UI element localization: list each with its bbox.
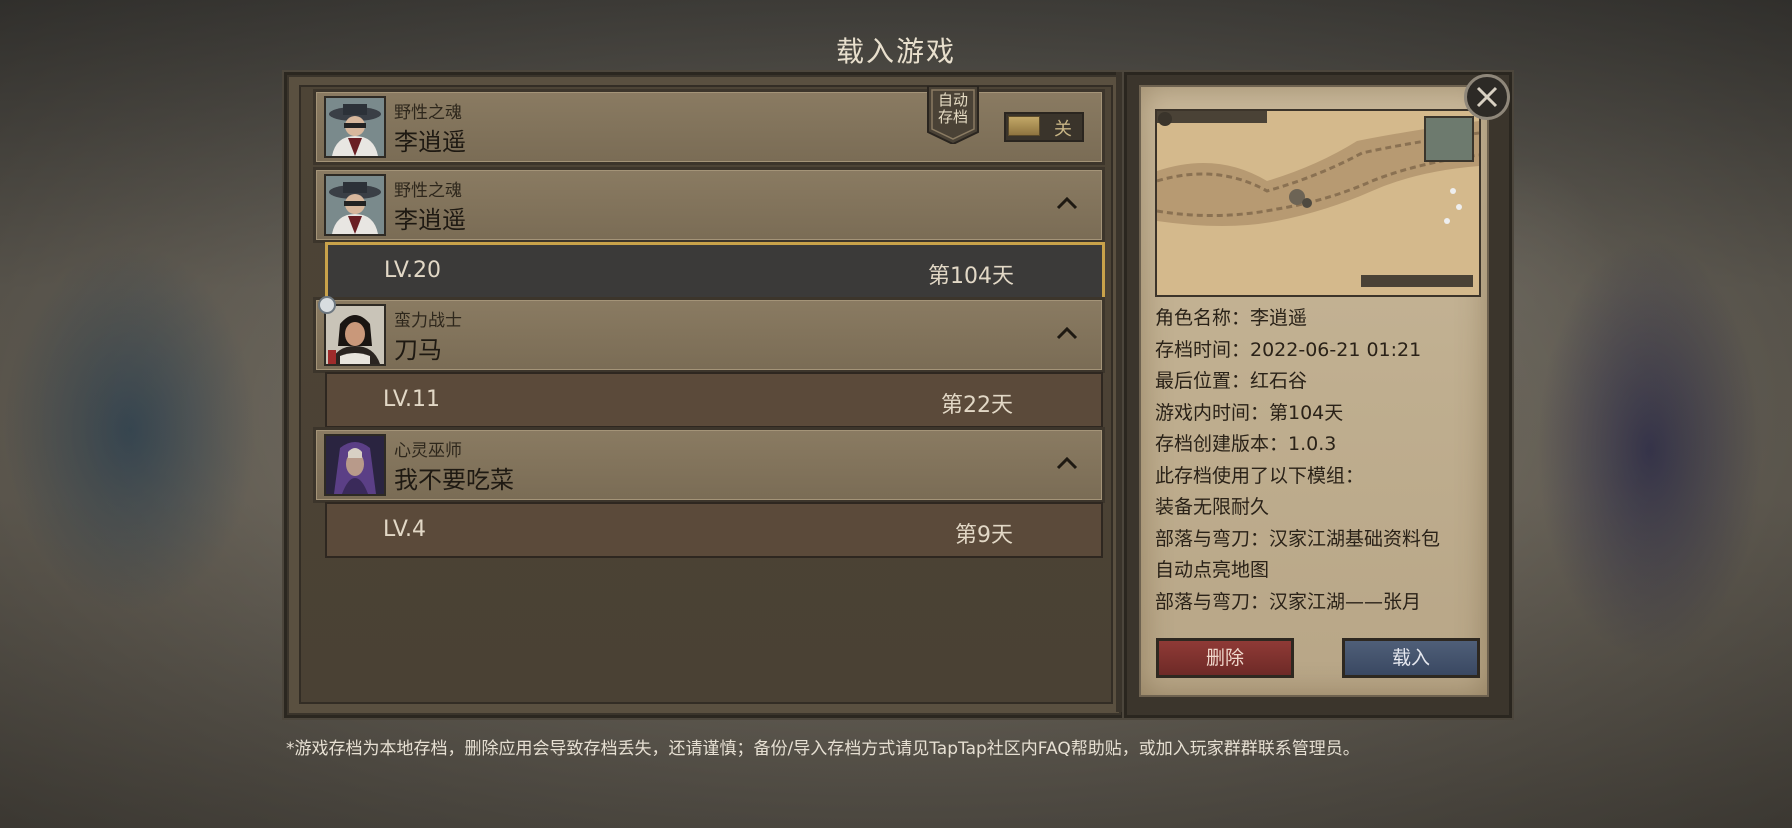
badge-icon: [318, 296, 336, 314]
save-level: LV.11: [383, 387, 441, 412]
character-name: 李逍遥: [394, 128, 466, 156]
chevron-up-icon[interactable]: [1054, 450, 1080, 476]
detail-line: 最后位置：红石谷: [1155, 370, 1308, 392]
character-name: 李逍遥: [394, 206, 466, 234]
save-day: 第22天: [941, 393, 1013, 418]
save-level: LV.20: [384, 258, 442, 283]
character-class: 野性之魂: [394, 103, 462, 123]
character-header[interactable]: 蛮力战士 刀马: [313, 296, 1105, 373]
avatar: [324, 304, 386, 366]
save-slot-selected[interactable]: LV.20 第104天: [325, 242, 1105, 300]
save-list-panel: 野性之魂 李逍遥 自动 存档 关 野性之魂 李逍遥 LV.20 第104天 蛮力…: [284, 72, 1124, 718]
avatar: [324, 174, 386, 236]
autosave-header[interactable]: 野性之魂 李逍遥 自动 存档 关: [313, 86, 1105, 165]
load-button[interactable]: 载入: [1342, 638, 1480, 678]
detail-line: 自动点亮地图: [1155, 559, 1270, 581]
toggle-knob: [1008, 116, 1040, 136]
save-detail-panel: 角色名称：李逍遥 存档时间：2022-06-21 01:21 最后位置：红石谷 …: [1124, 72, 1512, 718]
footnote: *游戏存档为本地存档，删除应用会导致存档丢失，还请谨慎；备份/导入存档方式请见T…: [286, 739, 1360, 759]
save-slot[interactable]: LV.11 第22天: [325, 372, 1103, 428]
save-screenshot: [1155, 109, 1481, 297]
avatar: [324, 96, 386, 158]
detail-line: 装备无限耐久: [1155, 496, 1270, 518]
avatar: [324, 434, 386, 496]
detail-line: 角色名称：李逍遥: [1155, 307, 1308, 329]
character-name: 我不要吃菜: [394, 466, 514, 494]
detail-line: 存档创建版本：1.0.3: [1155, 433, 1337, 455]
character-class: 心灵巫师: [394, 441, 462, 461]
chevron-up-icon[interactable]: [1054, 190, 1080, 216]
character-header[interactable]: 心灵巫师 我不要吃菜: [313, 427, 1105, 503]
detail-line: 部落与弯刀：汉家江湖——张月: [1155, 591, 1422, 613]
scrollbar[interactable]: [1116, 72, 1124, 712]
autosave-toggle[interactable]: 关: [1004, 112, 1084, 142]
save-day: 第9天: [955, 523, 1013, 548]
detail-line: 部落与弯刀：汉家江湖基础资料包: [1155, 528, 1441, 550]
character-class: 蛮力战士: [394, 311, 462, 331]
autosave-badge: 自动 存档: [926, 86, 980, 144]
chevron-up-icon[interactable]: [1054, 320, 1080, 346]
toggle-label: 关: [1054, 119, 1072, 140]
character-class: 野性之魂: [394, 181, 462, 201]
save-level: LV.4: [383, 517, 427, 542]
autosave-badge-line1: 自动: [937, 91, 968, 109]
detail-line: 存档时间：2022-06-21 01:21: [1155, 339, 1422, 361]
detail-line: 游戏内时间：第104天: [1155, 402, 1344, 424]
character-name: 刀马: [394, 336, 442, 364]
detail-line: 此存档使用了以下模组：: [1155, 465, 1365, 487]
delete-button[interactable]: 删除: [1156, 638, 1294, 678]
save-day: 第104天: [928, 264, 1014, 289]
save-slot[interactable]: LV.4 第9天: [325, 502, 1103, 558]
character-header[interactable]: 野性之魂 李逍遥: [313, 167, 1105, 243]
save-list[interactable]: 野性之魂 李逍遥 自动 存档 关 野性之魂 李逍遥 LV.20 第104天 蛮力…: [299, 85, 1113, 704]
page-title: 载入游戏: [835, 35, 956, 68]
autosave-badge-line2: 存档: [937, 108, 968, 126]
close-icon[interactable]: [1464, 74, 1510, 120]
parchment: 角色名称：李逍遥 存档时间：2022-06-21 01:21 最后位置：红石谷 …: [1139, 85, 1489, 697]
